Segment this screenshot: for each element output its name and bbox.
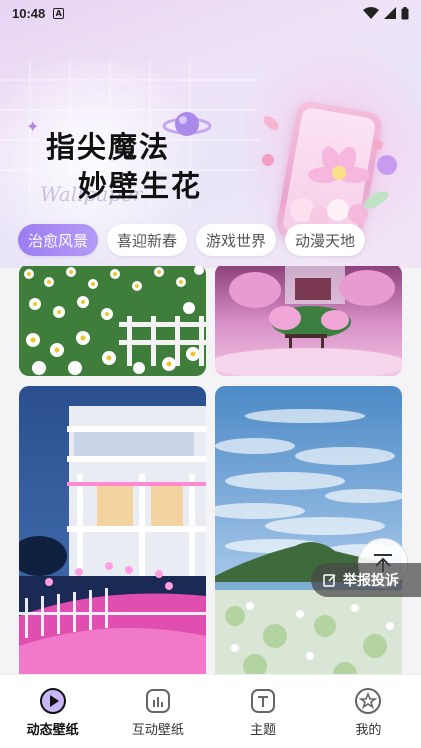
tab-anime[interactable]: 动漫天地 xyxy=(285,224,366,256)
battery-icon xyxy=(401,6,409,19)
wallpaper-card-daisy[interactable] xyxy=(19,266,206,376)
hero-title-line1: 指尖魔法 xyxy=(46,130,171,164)
nav-item-dynamic-wallpaper[interactable]: 动态壁纸 xyxy=(0,675,105,748)
notification-icon: A xyxy=(53,7,65,19)
wallpaper-card-pink-island[interactable] xyxy=(215,266,402,376)
tab-game-world[interactable]: 游戏世界 xyxy=(196,224,277,256)
nav-label: 互动壁纸 xyxy=(131,723,184,738)
pink-island-image xyxy=(215,266,402,376)
nav-label: 主题 xyxy=(250,723,277,738)
wallpaper-card-villa[interactable] xyxy=(19,386,206,674)
wallpaper-feed[interactable] xyxy=(0,266,421,674)
hero-title-line2: 妙壁生花 xyxy=(78,169,203,203)
report-label: 举报投诉 xyxy=(343,573,399,589)
nav-label: 我的 xyxy=(355,723,382,738)
sky-island-image xyxy=(215,386,402,674)
bottom-nav: 动态壁纸 互动壁纸 主题 我的 xyxy=(0,674,421,748)
nav-item-mine[interactable]: 我的 xyxy=(316,675,421,748)
category-tabs: 治愈风景 喜迎新春 游戏世界 动漫天地 xyxy=(18,224,366,256)
nav-item-interactive-wallpaper[interactable]: 互动壁纸 xyxy=(105,675,210,748)
planet-icon xyxy=(162,112,212,136)
star-profile-icon xyxy=(355,688,382,714)
edit-icon xyxy=(323,574,336,587)
status-time: 10:48 xyxy=(12,5,46,21)
nav-label: 动态壁纸 xyxy=(26,723,79,738)
pink-orb xyxy=(262,154,274,166)
status-icons xyxy=(363,6,409,20)
play-icon xyxy=(39,688,66,714)
villa-night-image xyxy=(19,386,206,674)
theme-t-icon xyxy=(251,689,276,713)
tab-new-year[interactable]: 喜迎新春 xyxy=(107,224,188,256)
status-bar: 10:48 A xyxy=(0,0,421,26)
flower-decoration xyxy=(290,140,397,226)
nav-item-theme[interactable]: 主题 xyxy=(211,675,316,748)
tab-healing-scenery[interactable]: 治愈风景 xyxy=(18,224,99,256)
report-button[interactable]: 举报投诉 xyxy=(311,563,421,597)
chart-icon xyxy=(145,689,170,713)
sparkle-icon: ✦ xyxy=(26,117,40,136)
wallpaper-card-sky[interactable] xyxy=(215,386,402,674)
signal-icon xyxy=(384,7,396,19)
wifi-icon xyxy=(363,7,379,19)
daisy-field-image xyxy=(19,266,206,376)
